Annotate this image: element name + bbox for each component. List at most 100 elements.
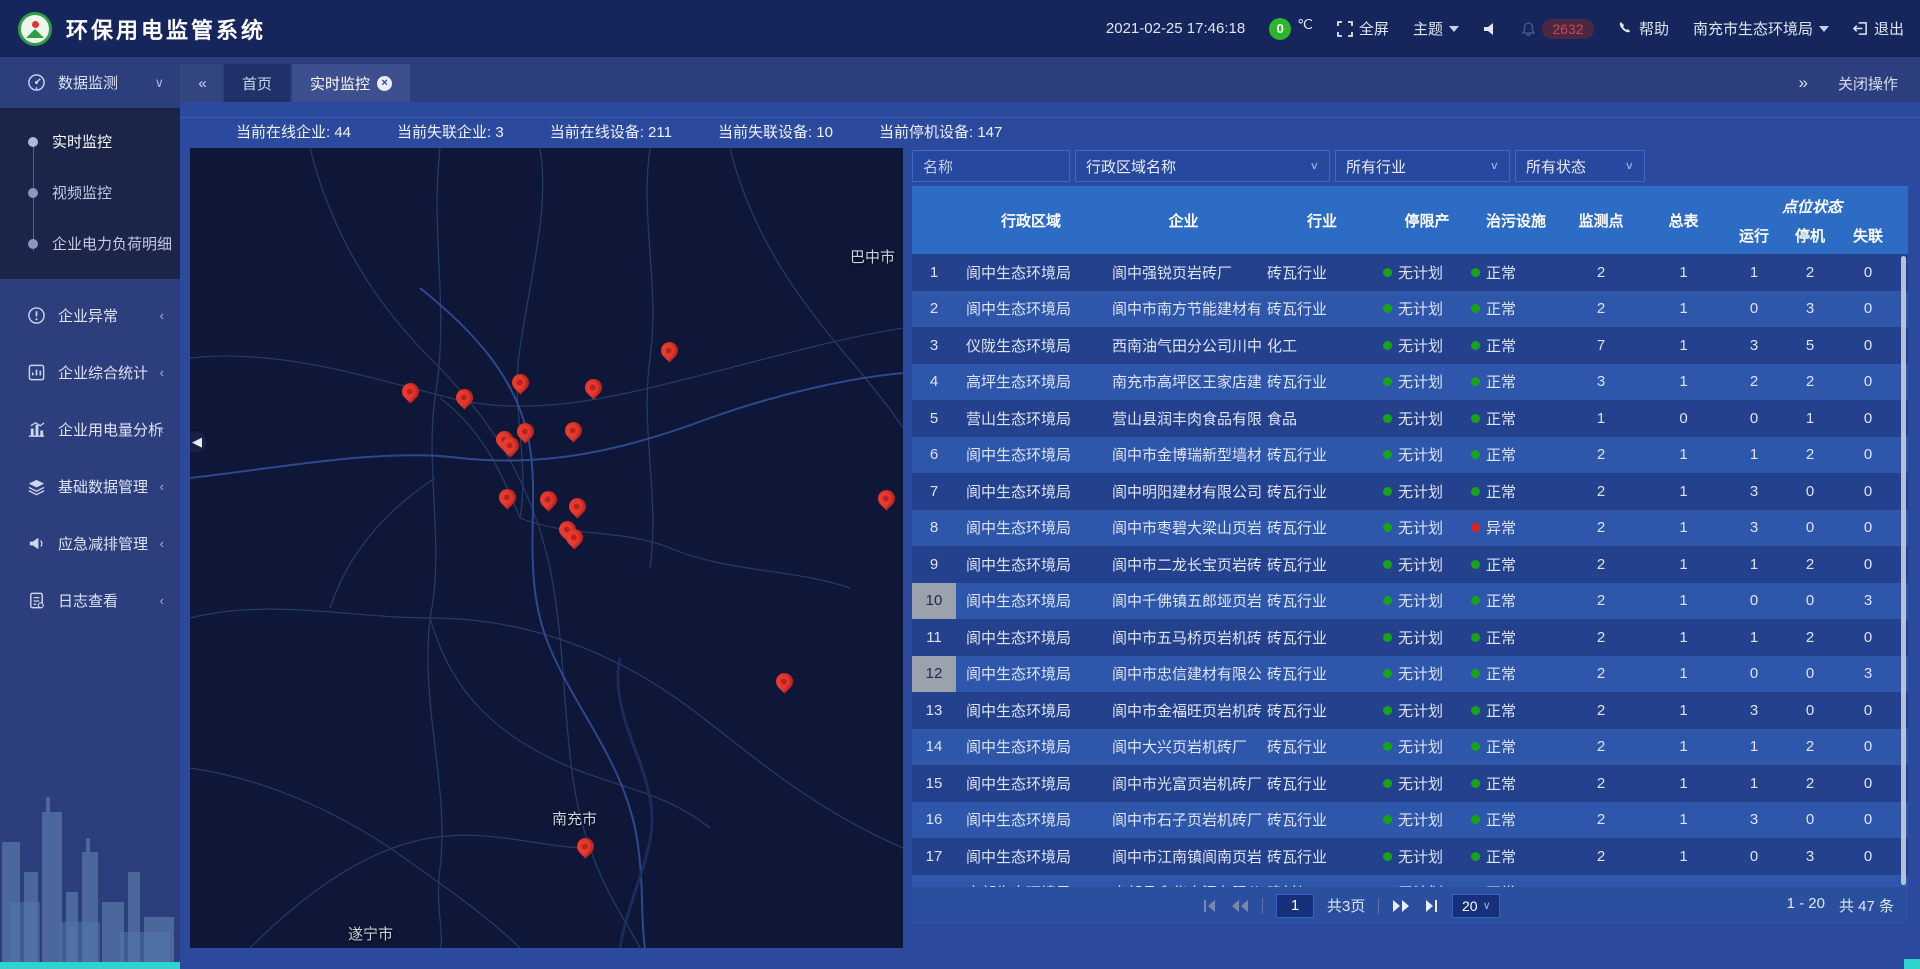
table-row[interactable]: 13阆中生态环境局阆中市金福旺页岩机砖砖瓦行业无计划正常21300 — [912, 692, 1908, 729]
fullscreen-button[interactable]: 全屏 — [1337, 18, 1389, 39]
sidebar-group-2[interactable]: 企业综合统计‹ — [0, 344, 180, 401]
table-scrollbar[interactable] — [1901, 256, 1906, 885]
first-page-icon[interactable] — [1202, 899, 1218, 913]
prev-page-icon[interactable] — [1231, 899, 1249, 913]
table-row[interactable]: 16阆中生态环境局阆中市石子页岩机砖厂砖瓦行业无计划正常21300 — [912, 802, 1908, 839]
cell-down: 0 — [1782, 510, 1838, 547]
table-row[interactable]: 2阆中生态环境局阆中市南方节能建材有砖瓦行业无计划正常21030 — [912, 291, 1908, 328]
cell-total: 1 — [1641, 619, 1726, 656]
cell-down: 2 — [1782, 254, 1838, 291]
table-row[interactable]: 14阆中生态环境局阆中大兴页岩机砖厂砖瓦行业无计划正常21120 — [912, 729, 1908, 766]
cell-text: 2 — [1597, 702, 1605, 719]
tab-label: 首页 — [242, 73, 272, 94]
status-dot-icon — [1383, 414, 1392, 423]
cell-region: 阆中生态环境局 — [956, 802, 1106, 839]
table-row[interactable]: 6阆中生态环境局阆中市金博瑞新型墙材砖瓦行业无计划正常21120 — [912, 437, 1908, 474]
cell-down: 0 — [1782, 473, 1838, 510]
filter-select-2[interactable]: 所有行业∨ — [1335, 150, 1510, 182]
tab-1[interactable]: 实时监控× — [292, 64, 410, 102]
help-button[interactable]: 帮助 — [1618, 18, 1669, 39]
cell-monitor: 2 — [1561, 729, 1641, 766]
tab-0[interactable]: 首页 — [224, 64, 290, 102]
cell-company: 阆中市金福旺页岩机砖 — [1106, 692, 1261, 729]
sidebar-group-0[interactable]: 数据监测∨ — [0, 57, 180, 108]
mute-button[interactable] — [1483, 22, 1497, 36]
status-dot-icon — [1471, 815, 1480, 824]
table-row[interactable]: 11阆中生态环境局阆中市五马桥页岩机砖砖瓦行业无计划正常21120 — [912, 619, 1908, 656]
table-row[interactable]: 17阆中生态环境局阆中市江南镇阆南页岩砖瓦行业无计划正常21030 — [912, 838, 1908, 875]
cell-facility: 正常 — [1471, 546, 1561, 583]
cell-facility: 正常 — [1471, 656, 1561, 693]
sidebar-item-0[interactable]: 实时监控 — [0, 116, 180, 167]
page-number-input[interactable]: 1 — [1276, 894, 1314, 918]
cell-stop: 无计划 — [1383, 291, 1471, 328]
logout-button[interactable]: 退出 — [1853, 18, 1904, 39]
cell-down: 2 — [1782, 619, 1838, 656]
table-row[interactable]: 4高坪生态环境局南充市高坪区王家店建砖瓦行业无计划正常31220 — [912, 364, 1908, 401]
table-row[interactable]: 5营山生态环境局营山县润丰肉食品有限食品无计划正常10010 — [912, 400, 1908, 437]
last-page-icon[interactable] — [1423, 899, 1439, 913]
sidebar-group-5[interactable]: 应急减排管理‹ — [0, 515, 180, 572]
cell-lost: 0 — [1838, 364, 1898, 401]
cell-text: 阆中市南方节能建材有 — [1112, 298, 1261, 319]
page-size-select[interactable]: 20 ∨ — [1452, 894, 1500, 918]
cell-text: 15 — [926, 775, 943, 792]
status-dot-icon — [1383, 633, 1392, 642]
table-row[interactable]: 9阆中生态环境局阆中市二龙长宝页岩砖砖瓦行业无计划正常21120 — [912, 546, 1908, 583]
cell-text: 2 — [1597, 446, 1605, 463]
subcolumn-header-0: 运行 — [1726, 225, 1782, 246]
cell-monitor: 3 — [1561, 364, 1641, 401]
tab-scroll-right-icon[interactable]: » — [1799, 73, 1808, 93]
sidebar-group-6[interactable]: 日志查看‹ — [0, 572, 180, 629]
cell-text: 阆中生态环境局 — [966, 481, 1071, 502]
tab-scroll-left-icon[interactable]: « — [180, 64, 222, 102]
cell-text: 1 — [1679, 337, 1687, 354]
table-row[interactable]: 18南部生态环境局南部县鑫华水泥有限公建材加工无计划正常60060 — [912, 875, 1908, 888]
range-label: 1 - 20 — [1787, 895, 1825, 916]
cell-run: 3 — [1726, 802, 1782, 839]
table-row[interactable]: 7阆中生态环境局阆中明阳建材有限公司砖瓦行业无计划正常21300 — [912, 473, 1908, 510]
theme-dropdown[interactable]: 主题 — [1413, 18, 1459, 39]
close-operations-button[interactable]: 关闭操作 — [1838, 73, 1898, 94]
table-row[interactable]: 10阆中生态环境局阆中千佛镇五郎垭页岩砖瓦行业无计划正常21003 — [912, 583, 1908, 620]
cell-region: 阆中生态环境局 — [956, 765, 1106, 802]
sidebar-group-4[interactable]: 基础数据管理‹ — [0, 458, 180, 515]
status-dot-icon — [1471, 341, 1480, 350]
cell-total: 1 — [1641, 510, 1726, 547]
cell-text: 1 — [1679, 264, 1687, 281]
table-row[interactable]: 3仪陇生态环境局西南油气田分公司川中化工无计划正常71350 — [912, 327, 1908, 364]
sidebar-group-3[interactable]: 企业用电量分析‹ — [0, 401, 180, 458]
table-row[interactable]: 15阆中生态环境局阆中市光富页岩机砖厂砖瓦行业无计划正常21120 — [912, 765, 1908, 802]
cell-text: 2 — [1597, 300, 1605, 317]
filter-select-1[interactable]: 行政区域名称∨ — [1075, 150, 1330, 182]
table-row[interactable]: 12阆中生态环境局阆中市忠信建材有限公砖瓦行业无计划正常21003 — [912, 656, 1908, 693]
cell-down: 2 — [1782, 437, 1838, 474]
cell-no: 11 — [912, 619, 956, 656]
cell-run: 0 — [1726, 583, 1782, 620]
cell-no: 9 — [912, 546, 956, 583]
cell-text: 化工 — [1267, 335, 1297, 356]
sidebar-item-label: 视频监控 — [52, 182, 112, 203]
org-dropdown[interactable]: 南充市生态环境局 — [1693, 18, 1829, 39]
tab-close-icon[interactable]: × — [377, 76, 392, 91]
table-row[interactable]: 8阆中生态环境局阆中市枣碧大梁山页岩砖瓦行业无计划异常21300 — [912, 510, 1908, 547]
cell-text: 阆中生态环境局 — [966, 590, 1071, 611]
cell-total: 1 — [1641, 765, 1726, 802]
cell-monitor: 6 — [1561, 875, 1641, 888]
cell-monitor: 2 — [1561, 254, 1641, 291]
sidebar-group-1[interactable]: 企业异常‹ — [0, 287, 180, 344]
table-row[interactable]: 1阆中生态环境局阆中强锐页岩砖厂砖瓦行业无计划正常21120 — [912, 254, 1908, 291]
cell-total: 1 — [1641, 364, 1726, 401]
horn-icon — [26, 534, 46, 554]
sidebar-item-1[interactable]: 视频监控 — [0, 167, 180, 218]
sidebar-item-2[interactable]: 企业电力负荷明细 — [0, 218, 180, 269]
cell-industry: 砖瓦行业 — [1261, 619, 1383, 656]
map-panel[interactable]: 巴中市南充市遂宁市 ◀ — [190, 148, 903, 948]
filter-select-3[interactable]: 所有状态∨ — [1515, 150, 1645, 182]
status-dot-icon — [1471, 523, 1480, 532]
next-page-icon[interactable] — [1392, 899, 1410, 913]
cell-lost: 0 — [1838, 619, 1898, 656]
pager-separator — [1262, 898, 1263, 914]
search-name-input[interactable]: 名称 — [912, 150, 1070, 182]
notifications[interactable]: 2632 — [1521, 19, 1594, 39]
